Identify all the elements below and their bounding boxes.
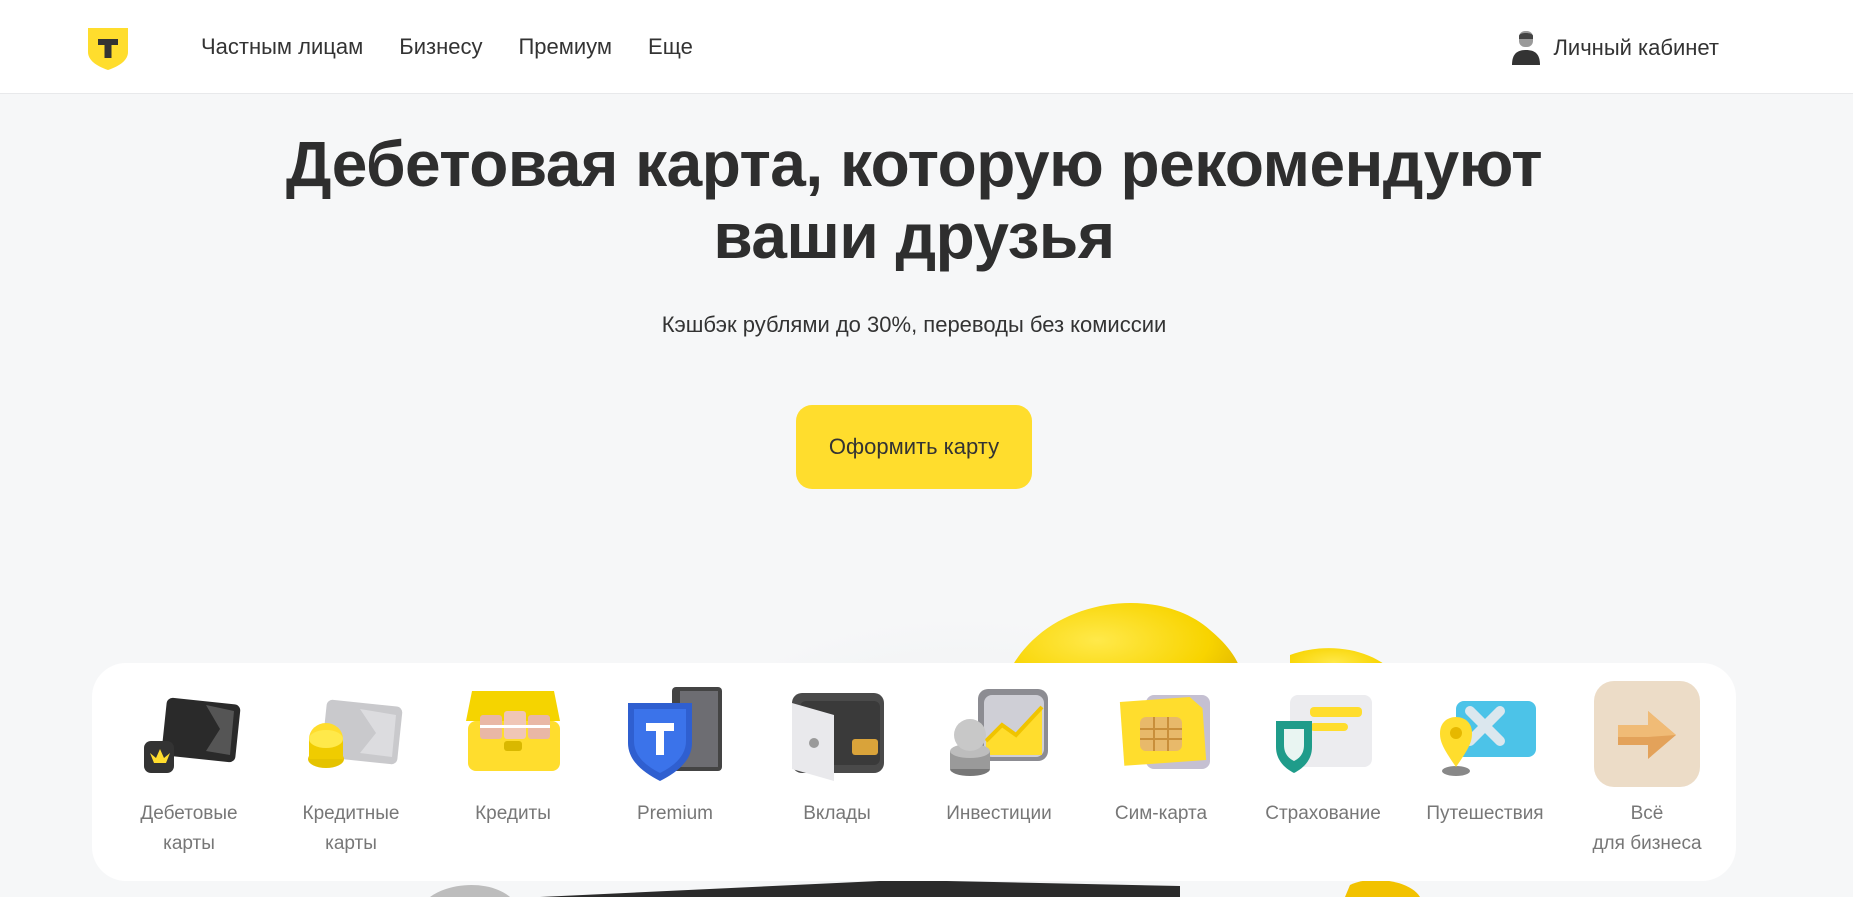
category-label: Дебетовые карты (140, 803, 238, 854)
category-premium[interactable]: Premium (594, 681, 756, 859)
sim-card-icon (1119, 695, 1210, 769)
category-label: Инвестиции (946, 803, 1052, 824)
category-label: Сим-карта (1114, 803, 1208, 824)
category-credit-cards[interactable]: Кредитные карты (270, 681, 432, 859)
category-insurance[interactable]: Страхование (1242, 681, 1404, 859)
nav-business[interactable]: Бизнесу (399, 32, 482, 62)
travel-icon (1440, 701, 1536, 776)
insurance-icon (1276, 695, 1372, 773)
personal-cabinet-link[interactable]: Личный кабинет (1511, 30, 1719, 66)
title-line-1: Дебетовая карта, которую рекомендуют (285, 128, 1543, 200)
order-card-button[interactable]: Оформить карту (796, 405, 1032, 489)
cabinet-label: Личный кабинет (1553, 35, 1719, 60)
main-nav: Частным лицам Бизнесу Премиум Еще (201, 32, 693, 62)
title-line-2: ваши друзья (713, 200, 1115, 272)
category-label: Путешествия (1426, 803, 1544, 824)
category-label: Premium (636, 803, 713, 824)
debit-card-icon (144, 697, 241, 773)
loans-icon (466, 691, 560, 771)
category-label: Страхование (1265, 803, 1381, 824)
deposit-safe-icon (792, 693, 884, 781)
business-arrow-icon (1594, 681, 1700, 787)
category-label: Кредиты (475, 803, 551, 824)
category-label: Кредитные карты (302, 803, 400, 854)
category-travel[interactable]: Путешествия (1404, 681, 1566, 859)
bank-logo-icon[interactable] (86, 26, 130, 70)
investments-icon (950, 689, 1048, 776)
category-loans[interactable]: Кредиты (432, 681, 594, 859)
nav-more[interactable]: Еще (648, 32, 693, 62)
category-investments[interactable]: Инвестиции (918, 681, 1080, 859)
category-sim-card[interactable]: Сим-карта (1080, 681, 1242, 859)
category-label: Всё для бизнеса (1592, 803, 1702, 854)
hero-subtitle: Кэшбэк рублями до 30%, переводы без коми… (661, 312, 1167, 337)
category-list: Дебетовые карты Кредитные карты Кредиты … (108, 681, 1728, 859)
category-business[interactable]: Всё для бизнеса (1566, 681, 1728, 859)
user-icon (1512, 31, 1541, 65)
nav-premium[interactable]: Премиум (518, 32, 612, 62)
premium-shield-icon (628, 687, 722, 781)
nav-private[interactable]: Частным лицам (201, 32, 363, 62)
credit-card-icon (308, 699, 403, 768)
category-deposits[interactable]: Вклады (756, 681, 918, 859)
category-debit-cards[interactable]: Дебетовые карты (108, 681, 270, 859)
top-header: Частным лицам Бизнесу Премиум Еще Личный… (0, 0, 1853, 94)
category-label: Вклады (803, 803, 871, 824)
category-panel: Дебетовые карты Кредитные карты Кредиты … (92, 663, 1736, 881)
page-title: Дебетовая карта, которую рекомендуют ваш… (0, 128, 1828, 272)
